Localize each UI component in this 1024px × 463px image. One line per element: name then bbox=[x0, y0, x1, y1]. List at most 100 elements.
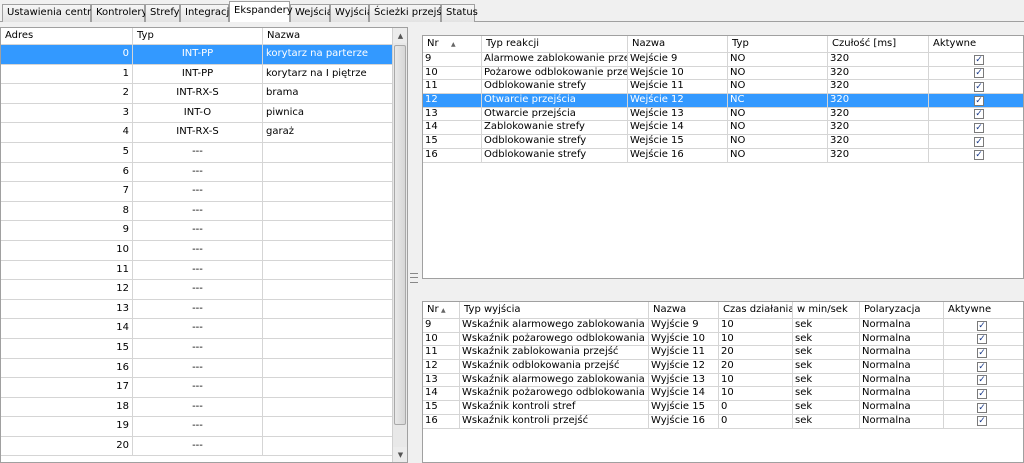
column-header-adres[interactable]: Adres bbox=[1, 28, 133, 45]
table-row[interactable]: 11 --- bbox=[1, 260, 393, 281]
cell-nazwa[interactable] bbox=[263, 300, 393, 319]
cell-polaryzacja[interactable]: Normalna bbox=[860, 319, 944, 332]
cell-polaryzacja[interactable]: Normalna bbox=[860, 401, 944, 414]
table-row[interactable]: 20 --- bbox=[1, 436, 393, 457]
cell-typ[interactable]: INT-RX-S bbox=[133, 84, 263, 103]
table-row[interactable]: 5 --- bbox=[1, 142, 393, 163]
cell-polaryzacja[interactable]: Normalna bbox=[860, 373, 944, 387]
cell-czas[interactable]: 0 bbox=[719, 401, 793, 414]
cell-nr[interactable]: 9 bbox=[423, 53, 482, 66]
column-header-nr[interactable]: Nr ▲ bbox=[423, 302, 460, 319]
cell-typ-reakcji[interactable]: Zablokowanie strefy bbox=[482, 121, 628, 135]
table-row[interactable]: 0 INT-PP korytarz na parterze bbox=[1, 45, 393, 65]
cell-typ[interactable]: --- bbox=[133, 260, 263, 280]
cell-typ-reakcji[interactable]: Odblokowanie strefy bbox=[482, 135, 628, 148]
cell-czulosc[interactable]: 320 bbox=[828, 66, 929, 80]
cell-nazwa[interactable] bbox=[263, 319, 393, 338]
cell-typ[interactable]: NO bbox=[728, 80, 828, 94]
cell-typ-reakcji[interactable]: Otwarcie przejścia bbox=[482, 94, 628, 107]
cell-polaryzacja[interactable]: Normalna bbox=[860, 360, 944, 373]
cell-czulosc[interactable]: 320 bbox=[828, 135, 929, 148]
table-row[interactable]: 14 --- bbox=[1, 319, 393, 339]
cell-nr[interactable]: 10 bbox=[423, 66, 482, 80]
tab-wyjscia[interactable]: Wyjścia bbox=[330, 4, 373, 22]
column-header-typ-reakcji[interactable]: Typ reakcji bbox=[482, 36, 628, 53]
expanders-scrollbar[interactable]: ▲ ▼ bbox=[392, 28, 407, 462]
cell-nr[interactable]: 15 bbox=[423, 401, 460, 414]
cell-nazwa[interactable] bbox=[263, 339, 393, 358]
cell-typ[interactable]: INT-O bbox=[133, 103, 263, 123]
cell-nr[interactable]: 13 bbox=[423, 373, 460, 387]
table-row[interactable]: 15 Wskaźnik kontroli stref Wyjście 15 0 sek N… bbox=[423, 401, 1023, 415]
cell-nazwa[interactable]: Wejście 11 bbox=[628, 80, 728, 94]
table-row[interactable]: 16 Odblokowanie strefy Wejście 16 NO 320 ✓ bbox=[423, 148, 1023, 163]
cell-nazwa[interactable]: Wejście 10 bbox=[628, 66, 728, 80]
inputs-grid[interactable]: Nr ▲ Typ reakcji Nazwa Typ Czułość [ms] A… bbox=[422, 35, 1024, 279]
arrow-down-icon[interactable]: ▼ bbox=[393, 447, 407, 462]
cell-typ[interactable]: --- bbox=[133, 436, 263, 456]
cell-nazwa[interactable]: Wyjście 15 bbox=[649, 401, 719, 414]
cell-jednostka[interactable]: sek bbox=[793, 346, 860, 360]
cell-czulosc[interactable]: 320 bbox=[828, 53, 929, 66]
cell-jednostka[interactable]: sek bbox=[793, 414, 860, 428]
cell-nr[interactable]: 10 bbox=[423, 332, 460, 346]
table-row[interactable]: 18 --- bbox=[1, 397, 393, 418]
cell-typ-reakcji[interactable]: Pożarowe odblokowanie przejścia bbox=[482, 66, 628, 80]
cell-polaryzacja[interactable]: Normalna bbox=[860, 387, 944, 401]
cell-nazwa[interactable] bbox=[263, 398, 393, 417]
aktywne-checkbox[interactable]: ✓ bbox=[977, 388, 987, 399]
cell-typ-wyjscia[interactable]: Wskaźnik pożarowego odblokowania przejść bbox=[460, 387, 649, 401]
cell-typ-wyjscia[interactable]: Wskaźnik alarmowego zablokowania przejść bbox=[460, 373, 649, 387]
aktywne-checkbox[interactable]: ✓ bbox=[974, 95, 984, 106]
table-row[interactable]: 14Wskaźnik pożarowego odblokowania przej… bbox=[423, 387, 1023, 402]
tab-ekspandery[interactable]: Ekspandery bbox=[229, 1, 293, 22]
aktywne-checkbox[interactable]: ✓ bbox=[974, 150, 984, 161]
cell-nazwa[interactable] bbox=[263, 417, 393, 436]
cell-nazwa[interactable] bbox=[263, 143, 393, 162]
cell-typ[interactable]: --- bbox=[133, 201, 263, 221]
aktywne-checkbox[interactable]: ✓ bbox=[974, 109, 984, 120]
cell-nazwa[interactable] bbox=[263, 378, 393, 397]
cell-nazwa[interactable]: Wejście 15 bbox=[628, 135, 728, 148]
cell-typ[interactable]: --- bbox=[133, 221, 263, 240]
expanders-grid[interactable]: Adres Typ Nazwa 0 INT-PP korytarz na parte… bbox=[0, 27, 408, 463]
cell-typ[interactable]: --- bbox=[133, 319, 263, 338]
column-header-aktywne[interactable]: Aktywne bbox=[929, 36, 1023, 53]
aktywne-checkbox[interactable]: ✓ bbox=[977, 416, 987, 427]
cell-nr[interactable]: 12 bbox=[423, 94, 482, 107]
cell-nazwa[interactable] bbox=[263, 280, 393, 299]
cell-czas[interactable]: 10 bbox=[719, 332, 793, 346]
column-header-polaryzacja[interactable]: Polaryzacja bbox=[860, 302, 944, 319]
cell-typ-wyjscia[interactable]: Wskaźnik kontroli stref bbox=[460, 401, 649, 414]
table-row[interactable]: 15 --- bbox=[1, 338, 393, 359]
scroll-thumb[interactable] bbox=[394, 45, 406, 425]
table-row[interactable]: 4 INT-RX-S garaż bbox=[1, 123, 393, 143]
column-header-nazwa[interactable]: Nazwa bbox=[649, 302, 719, 319]
cell-typ[interactable]: INT-RX-S bbox=[133, 123, 263, 142]
cell-czas[interactable]: 0 bbox=[719, 414, 793, 428]
cell-typ[interactable]: NO bbox=[728, 107, 828, 121]
cell-czas[interactable]: 20 bbox=[719, 346, 793, 360]
cell-nazwa[interactable]: Wyjście 11 bbox=[649, 346, 719, 360]
column-header-typ[interactable]: Typ bbox=[728, 36, 828, 53]
cell-jednostka[interactable]: sek bbox=[793, 387, 860, 401]
cell-nazwa[interactable]: Wejście 14 bbox=[628, 121, 728, 135]
cell-nazwa[interactable]: Wejście 13 bbox=[628, 107, 728, 121]
table-row[interactable]: 16 --- bbox=[1, 358, 393, 379]
column-header-nr[interactable]: Nr ▲ bbox=[423, 36, 482, 53]
column-header-typ[interactable]: Typ bbox=[133, 28, 263, 45]
cell-nazwa[interactable]: Wyjście 9 bbox=[649, 319, 719, 332]
aktywne-checkbox[interactable]: ✓ bbox=[977, 334, 987, 345]
cell-typ[interactable]: --- bbox=[133, 378, 263, 397]
cell-nazwa[interactable] bbox=[263, 202, 393, 221]
table-row[interactable]: 15 Odblokowanie strefy Wejście 15 NO 320 ✓ bbox=[423, 135, 1023, 149]
cell-typ[interactable]: --- bbox=[133, 280, 263, 299]
cell-nazwa[interactable]: korytarz na parterze bbox=[263, 45, 393, 64]
cell-czas[interactable]: 10 bbox=[719, 387, 793, 401]
cell-typ-reakcji[interactable]: Alarmowe zablokowanie przejścia bbox=[482, 53, 628, 66]
aktywne-checkbox[interactable]: ✓ bbox=[974, 81, 984, 92]
cell-polaryzacja[interactable]: Normalna bbox=[860, 414, 944, 428]
aktywne-checkbox[interactable]: ✓ bbox=[974, 68, 984, 79]
tab-wejscia[interactable]: Wejścia bbox=[290, 4, 333, 22]
cell-typ[interactable]: INT-PP bbox=[133, 45, 263, 64]
